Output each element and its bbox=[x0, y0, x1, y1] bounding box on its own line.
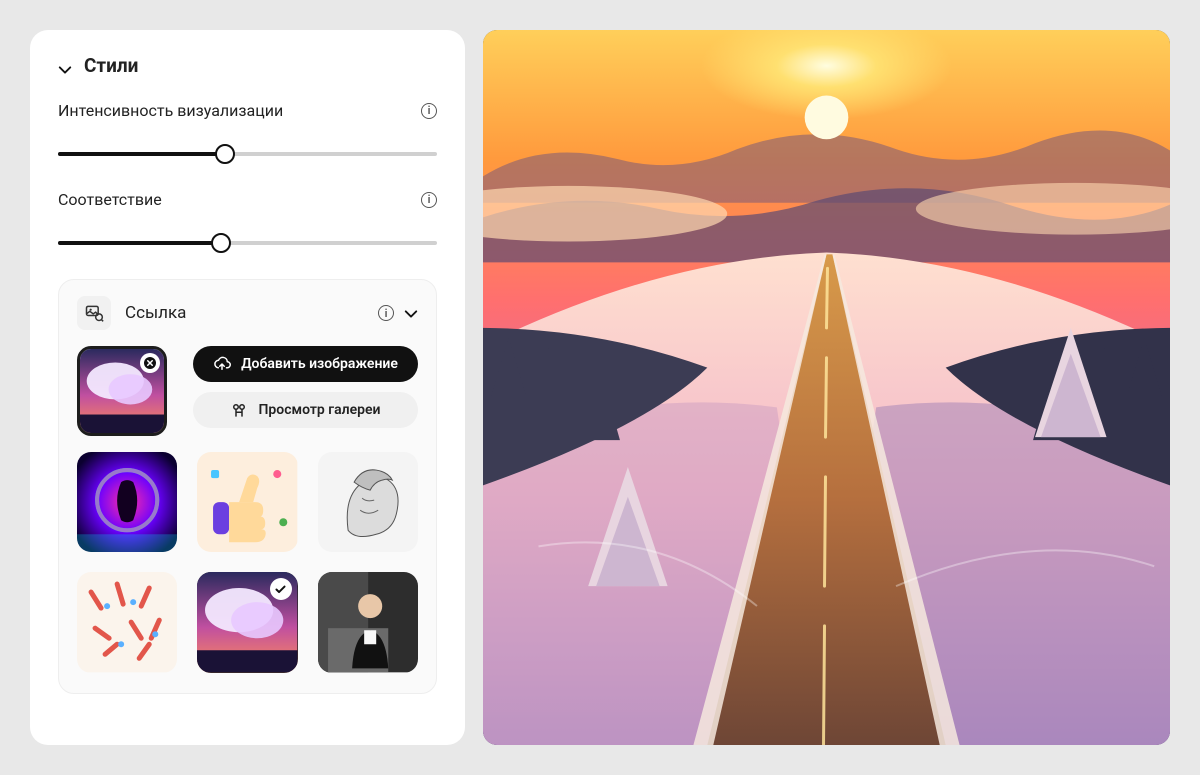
chevron-down-icon bbox=[58, 59, 72, 73]
browse-gallery-label: Просмотр галереи bbox=[258, 402, 380, 418]
match-row: Соответствие i bbox=[58, 190, 437, 209]
reference-title: Ссылка bbox=[125, 303, 364, 323]
reference-panel: Ссылка i bbox=[58, 279, 437, 694]
reference-icon bbox=[77, 296, 111, 330]
generated-image-preview bbox=[483, 30, 1170, 745]
style-tile-studio-portrait[interactable] bbox=[318, 572, 418, 672]
styles-panel: Стили Интенсивность визуализации i Соотв… bbox=[30, 30, 465, 745]
styles-section-header[interactable]: Стили bbox=[58, 54, 437, 77]
intensity-slider[interactable] bbox=[58, 142, 437, 166]
uploaded-reference-thumb[interactable] bbox=[77, 346, 167, 436]
style-tile-confetti-hands[interactable] bbox=[77, 572, 177, 672]
styles-section-title: Стили bbox=[84, 54, 138, 77]
style-tile-pink-clouds[interactable] bbox=[197, 572, 297, 672]
add-image-button[interactable]: Добавить изображение bbox=[193, 346, 418, 382]
reference-header[interactable]: Ссылка i bbox=[77, 296, 418, 330]
chevron-down-icon[interactable] bbox=[404, 306, 418, 320]
check-icon bbox=[270, 578, 292, 600]
add-image-label: Добавить изображение bbox=[241, 356, 398, 372]
style-tile-3d-thumbs-up[interactable] bbox=[197, 452, 297, 552]
style-grid bbox=[77, 452, 418, 673]
info-icon[interactable]: i bbox=[421, 103, 437, 119]
intensity-label: Интенсивность визуализации bbox=[58, 101, 283, 120]
style-tile-marble-sketch[interactable] bbox=[318, 452, 418, 552]
browse-gallery-button[interactable]: Просмотр галереи bbox=[193, 392, 418, 428]
remove-reference-button[interactable] bbox=[140, 353, 160, 373]
style-tile-neon-portal[interactable] bbox=[77, 452, 177, 552]
info-icon[interactable]: i bbox=[378, 305, 394, 321]
intensity-row: Интенсивность визуализации i bbox=[58, 101, 437, 120]
info-icon[interactable]: i bbox=[421, 192, 437, 208]
match-label: Соответствие bbox=[58, 190, 162, 209]
match-slider[interactable] bbox=[58, 231, 437, 255]
